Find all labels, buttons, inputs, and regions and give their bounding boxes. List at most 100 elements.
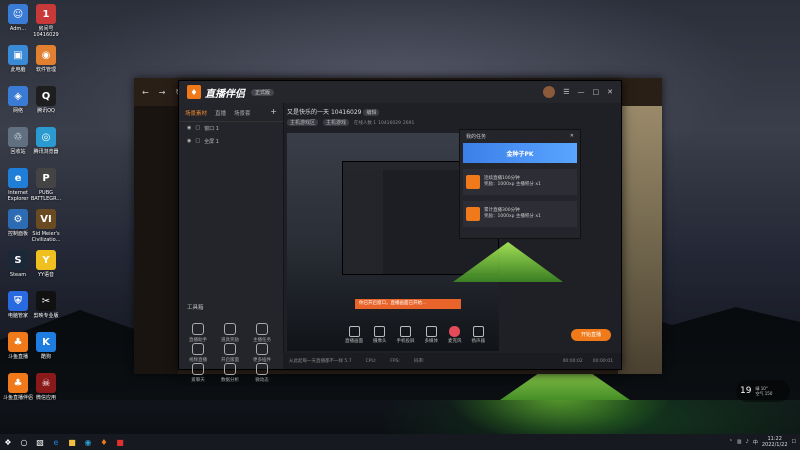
desktop-icon[interactable]: ☠ 微信应用 <box>28 373 64 401</box>
tool-feed[interactable]: 微动态 <box>247 363 277 383</box>
task-item[interactable]: 连续直播100分钟 奖励：1000xp 主播积分 x1 <box>463 169 577 195</box>
search-icon[interactable]: ○ <box>16 434 32 450</box>
pk-banner[interactable]: 金种子PK <box>463 143 577 163</box>
tool-label: 微动态 <box>255 378 269 383</box>
plugin-icon <box>256 343 268 355</box>
desktop-icon-label: 软件管理 <box>35 67 56 73</box>
desktop-icon[interactable]: ✂ 剪映专业版 <box>28 291 64 319</box>
tool-chat[interactable]: 爱聊天 <box>183 363 213 383</box>
tool-analytics[interactable]: 数据分析 <box>215 363 245 383</box>
room-edit-badge[interactable]: 编辑 <box>363 109 380 116</box>
desktop-icon-label: 腾讯QQ <box>37 108 55 114</box>
minimize-icon[interactable]: — <box>578 88 585 96</box>
desktop-icon[interactable]: Y YY语音 <box>28 250 64 278</box>
layout-icon <box>224 343 236 355</box>
toolbar-camera-button[interactable]: 摄像头 <box>373 326 387 344</box>
gift-icon <box>224 323 236 335</box>
category-tag[interactable]: 主机游戏 <box>322 119 349 126</box>
toolbar-label: 扬声器 <box>471 339 486 344</box>
folder-icon[interactable]: ■ <box>64 434 80 450</box>
desktop-icon-image: S <box>8 250 28 270</box>
camera-icon <box>374 326 386 337</box>
streaming-app-window[interactable]: ♦ 直播伴侣 正式版 ☰ — □ ✕ 场景素材 直播 场景套 + ◉ □ 窗口 … <box>178 80 622 383</box>
tool-layout[interactable]: 开启版面 <box>215 343 245 363</box>
desktop-icon-image: K <box>36 332 56 352</box>
desktop-icon[interactable]: ◉ 软件管理 <box>28 45 64 73</box>
tool-assistant[interactable]: 直播助手 <box>183 323 213 343</box>
room-id: 10416029 <box>330 109 362 116</box>
taskbar: ❖ ○ ▧ e ■ ◉ ♦ ■ ⌃ ▥ ♪ 中 11:22 2022/1/22 … <box>0 434 800 450</box>
tool-video-live[interactable]: 视频直播 <box>183 343 213 363</box>
chat-icon <box>192 363 204 375</box>
toolbar-label: 手机投屏 <box>396 339 415 344</box>
start-icon[interactable]: ❖ <box>0 434 16 450</box>
tab-scene-set[interactable]: 场景套 <box>234 109 251 117</box>
feed-icon <box>256 363 268 375</box>
task-view-icon[interactable]: ▧ <box>32 434 48 450</box>
desktop-icon[interactable]: ◎ 腾讯浏览器 <box>28 127 64 155</box>
task-icon <box>256 323 268 335</box>
back-icon[interactable]: ← <box>142 88 149 97</box>
maximize-icon[interactable]: □ <box>593 88 600 96</box>
close-icon[interactable]: ✕ <box>607 88 613 96</box>
task-item[interactable]: 累计直播300分钟 奖励：1000xp 主播积分 x1 <box>463 201 577 227</box>
category-tag[interactable]: 主机游戏区 <box>287 119 319 126</box>
tab-live[interactable]: 直播 <box>215 109 226 117</box>
desktop-icon-image: ⚙ <box>8 209 28 229</box>
desktop-icon-label: 酷狗 <box>40 354 51 360</box>
fps-label: FPS: <box>390 358 400 364</box>
volume-icon[interactable]: ♪ <box>746 439 749 445</box>
network-icon[interactable]: ▥ <box>737 439 742 445</box>
scene-item-label: 全屏 1 <box>204 139 219 145</box>
desktop-icon-image: ◈ <box>8 86 28 106</box>
toolbar-media-button[interactable]: 多媒体 <box>425 326 438 344</box>
weather-temp: 19 <box>740 386 752 396</box>
tool-tasks[interactable]: 主播任务 <box>247 323 277 343</box>
eye-icon[interactable]: ◉ <box>187 138 191 145</box>
close-icon[interactable]: ✕ <box>570 133 574 140</box>
desktop-icon-image: VI <box>36 209 56 229</box>
notification-icon[interactable]: ☐ <box>792 439 796 445</box>
toolbar-mobile-button[interactable]: 手机投屏 <box>397 326 415 344</box>
menu-icon[interactable]: ☰ <box>563 88 569 96</box>
task-reward: 奖励：1000xp 主播积分 x1 <box>484 214 541 219</box>
desktop-icon[interactable]: VI Sid Meier's Civilizatio... <box>28 209 64 243</box>
tool-plugins[interactable]: 更多插件 <box>247 343 277 363</box>
desktop-icon[interactable]: K 酷狗 <box>28 332 64 360</box>
forward-icon[interactable]: → <box>159 88 166 97</box>
system-tray: ⌃ ▥ ♪ 中 11:22 2022/1/22 ☐ <box>729 436 796 448</box>
desktop-icon-image: ♲ <box>8 127 28 147</box>
scene-item[interactable]: ◉ □ 全屏 1 <box>179 135 283 148</box>
video-icon <box>192 343 204 355</box>
desktop-icon[interactable]: P PUBG BATTLEGR... <box>28 168 64 202</box>
desktop-icon-image: ▣ <box>8 45 28 65</box>
avatar[interactable] <box>543 86 556 98</box>
add-scene-icon[interactable]: + <box>270 108 277 117</box>
toolbar-speaker-button[interactable]: 扬声器 <box>471 326 486 344</box>
toolbar-screen-button[interactable]: 直播画面 <box>345 326 363 344</box>
browser-icon[interactable]: ◉ <box>80 434 96 450</box>
screen-icon <box>348 326 360 337</box>
tray-up-icon[interactable]: ⌃ <box>729 439 733 445</box>
edge-icon[interactable]: e <box>48 434 64 450</box>
desktop-icon[interactable]: 1 房间号 10416029 <box>28 4 64 38</box>
eye-icon[interactable]: ◉ <box>187 125 191 132</box>
weather-widget[interactable]: 19 晴 10° 空气 150 <box>736 380 790 402</box>
toolbar-label: 摄像头 <box>373 339 387 344</box>
tab-scene-material[interactable]: 场景素材 <box>185 109 207 117</box>
streaming-app-taskbar-icon[interactable]: ♦ <box>96 434 112 450</box>
task-panel-title: 我的任务 <box>466 134 487 140</box>
scene-item[interactable]: ◉ □ 窗口 1 <box>179 122 283 135</box>
task-icon <box>466 175 480 189</box>
input-language[interactable]: 中 <box>753 439 758 446</box>
background-window-left-pane <box>134 106 178 374</box>
toolbar-mic-button[interactable]: 麦克风 <box>448 326 462 344</box>
tool-rewards[interactable]: 道具奖励 <box>215 323 245 343</box>
app-logo-icon: ♦ <box>187 85 201 99</box>
desktop-icon[interactable]: Q 腾讯QQ <box>28 86 64 114</box>
app-taskbar-icon[interactable]: ■ <box>112 434 128 450</box>
clock[interactable]: 11:22 2022/1/22 <box>762 436 788 448</box>
desktop-icon-image: ◎ <box>36 127 56 147</box>
microphone-icon <box>449 326 461 337</box>
start-live-button[interactable]: 开始直播 <box>571 329 611 341</box>
